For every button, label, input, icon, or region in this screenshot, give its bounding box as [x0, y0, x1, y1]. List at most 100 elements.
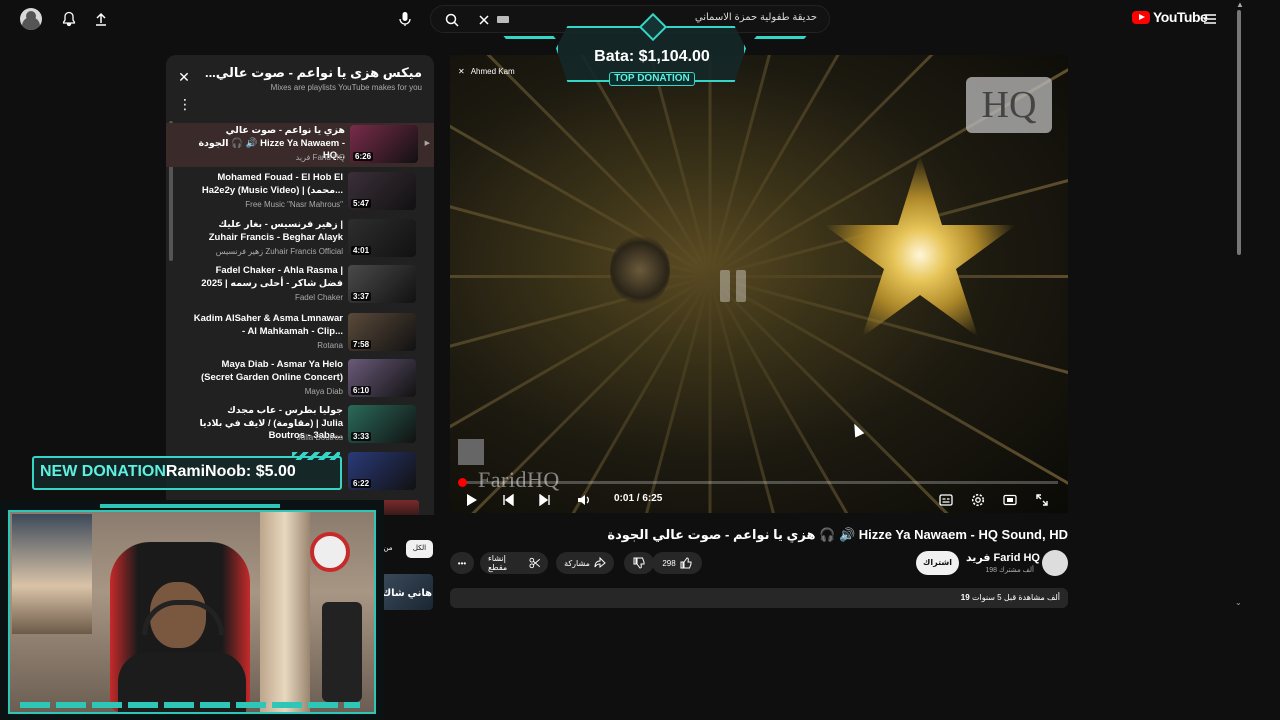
page-scrollbar[interactable]: ▲: [1236, 0, 1244, 720]
video-thumbnail[interactable]: 3:37: [348, 265, 416, 303]
playlist-item[interactable]: 4:01 زهير فرنسيس - بغار عليك | Zuhair Fra…: [176, 217, 432, 261]
keyboard-icon[interactable]: [497, 16, 509, 23]
scissors-icon: [529, 557, 540, 569]
clip-label: إنشاء مقطع: [488, 554, 508, 572]
settings-icon[interactable]: [968, 491, 988, 509]
progress-bar[interactable]: [458, 478, 1058, 487]
like-button[interactable]: 298: [652, 552, 702, 574]
theater-mode-icon[interactable]: [1000, 491, 1020, 509]
streamer-head: [142, 582, 224, 648]
toast-close-icon[interactable]: ✕: [458, 67, 465, 76]
donation-toast: ✕ Ahmed Kam: [458, 67, 515, 76]
view-count-date: 19 ألف مشاهدة قبل 5 سنوات: [960, 593, 1060, 602]
top-donation-amount: Bata: $1,104.00: [594, 48, 710, 65]
wall-decoration: [322, 602, 362, 702]
playlist-item[interactable]: 5:47 Mohamed Fouad - El Hob El Ha2e2y (Mu…: [176, 170, 432, 214]
playlist-subtitle: Mixes are playlists YouTube makes for yo…: [270, 83, 422, 92]
subtitles-icon[interactable]: [936, 491, 956, 509]
close-icon[interactable]: ✕: [176, 69, 192, 85]
scroll-up-icon[interactable]: ▲: [1236, 0, 1244, 9]
duration-badge: 6:22: [351, 479, 372, 488]
playlist-item-current[interactable]: 6:26 هزي يا نواعم - صوت عالي الجودة 🎧 🔊 H…: [166, 123, 434, 167]
scroll-down-icon[interactable]: ⌄: [1235, 598, 1242, 607]
video-thumbnail[interactable]: 7:58: [348, 313, 416, 351]
light-ray: [450, 65, 711, 278]
search-icon[interactable]: [441, 9, 463, 31]
playlist-panel: ✕ ⋮ ميكس هزى يا نواعم - صوت عالي... Mixe…: [166, 55, 434, 515]
playlist-header: ✕ ⋮ ميكس هزى يا نواعم - صوت عالي... Mixe…: [166, 55, 434, 119]
top-donation-label: TOP DONATION: [609, 72, 695, 86]
youtube-play-icon: [1132, 10, 1150, 24]
menu-icon[interactable]: [1199, 8, 1221, 30]
fullscreen-icon[interactable]: [1032, 491, 1052, 509]
light-ray: [599, 276, 712, 513]
play-icon[interactable]: [462, 491, 482, 509]
playlist-item[interactable]: 3:37 Fadel Chaker - Ahla Rasma | فضل شاكر…: [176, 263, 432, 307]
video-thumbnail[interactable]: 3:33: [348, 405, 416, 443]
playlist-title[interactable]: ميكس هزى يا نواعم - صوت عالي...: [205, 65, 422, 81]
playlist-item[interactable]: 7:58 Kadim AlSaher & Asma Lmnawar - Al Ma…: [176, 311, 432, 355]
playlist-item-title[interactable]: Maya Diab - Asmar Ya Helo (Secret Garden…: [193, 359, 343, 384]
description-box[interactable]: 19 ألف مشاهدة قبل 5 سنوات: [450, 588, 1068, 608]
channel-watermark-avatar[interactable]: [458, 439, 484, 465]
scrubber-handle[interactable]: [458, 478, 467, 487]
video-lamp-shape: [610, 235, 670, 305]
clip-button[interactable]: إنشاء مقطع: [480, 552, 548, 574]
share-button[interactable]: مشاركة: [556, 552, 614, 574]
light-ray: [708, 276, 712, 513]
light-ray: [450, 166, 711, 278]
screen: حديقة طفولية حمزة الاسماني YouTube ▲ ⌄ ✕…: [0, 0, 1280, 720]
youtube-logo[interactable]: YouTube: [1132, 9, 1208, 25]
video-thumbnail[interactable]: 4:01: [348, 219, 416, 257]
now-playing-icon: ▶: [424, 140, 430, 147]
share-icon: [594, 557, 606, 569]
video-thumbnail[interactable]: 6:22: [348, 452, 416, 490]
wall-poster: [12, 514, 92, 634]
playlist-item[interactable]: 6:10 Maya Diab - Asmar Ya Helo (Secret Ga…: [176, 357, 432, 401]
duration-badge: 5:47: [351, 199, 372, 208]
upload-icon[interactable]: [90, 8, 112, 30]
light-ray: [450, 275, 710, 278]
playlist-item-channel: Free Music "Nasr Mahrous": [245, 200, 343, 209]
related-video-thumbnail[interactable]: هاني شاك: [381, 574, 433, 610]
duration-badge: 7:58: [351, 340, 372, 349]
next-icon[interactable]: [535, 491, 555, 509]
new-donation-overlay: NEW DONATIONRamiNoob: $5.00: [24, 450, 352, 496]
toast-name: Ahmed Kam: [470, 67, 515, 76]
chip-all[interactable]: الكل: [406, 540, 433, 558]
clear-search-icon[interactable]: [473, 9, 495, 31]
more-options-icon[interactable]: ⋮: [178, 97, 192, 111]
dislike-button[interactable]: [624, 552, 654, 574]
thumbs-up-icon: [680, 557, 692, 569]
playlist-item-title[interactable]: زهير فرنسيس - بغار عليك | Zuhair Francis…: [193, 219, 343, 244]
playlist-item-channel: Julia Boutros: [296, 433, 343, 442]
time-display: 0:01 / 6:25: [614, 493, 663, 504]
webcam-feed: [8, 510, 376, 714]
subscribe-button[interactable]: اشتراك: [916, 551, 959, 575]
playlist-item-channel: Fadel Chaker: [294, 293, 343, 302]
previous-icon[interactable]: [498, 491, 518, 509]
playlist-item-title[interactable]: Mohamed Fouad - El Hob El Ha2e2y (Music …: [193, 172, 343, 197]
notifications-icon[interactable]: [58, 8, 80, 30]
voice-search-icon[interactable]: [394, 8, 416, 30]
video-title: هزي يا نواعم - صوت عالي الجودة 🎧 🔊 Hizze…: [607, 527, 1068, 542]
playlist-item[interactable]: 3:33 جوليا بطرس - عاب مجدك (مقاومة) / لاي…: [176, 403, 432, 447]
playlist-item-channel: Rotana: [317, 341, 343, 350]
channel-avatar[interactable]: [1042, 550, 1068, 576]
video-player[interactable]: HQ FaridHQ ✕ Ahmed Kam 0:01 / 6:25: [450, 55, 1068, 513]
video-thumbnail[interactable]: 6:26: [350, 125, 418, 163]
new-donation-text: NEW DONATIONRamiNoob: $5.00: [40, 463, 296, 480]
video-thumbnail[interactable]: 5:47: [348, 172, 416, 210]
scrollbar-thumb[interactable]: [1237, 10, 1241, 255]
channel-name[interactable]: فريد Farid HQ: [966, 551, 1040, 564]
curtain: [260, 512, 310, 712]
no-smoking-sign-icon: [310, 532, 350, 572]
playlist-item-title[interactable]: Kadim AlSaher & Asma Lmnawar - Al Mahkam…: [193, 313, 343, 338]
video-thumbnail[interactable]: 6:10: [348, 359, 416, 397]
webcam-frame-accent: [100, 504, 280, 508]
account-avatar[interactable]: [20, 8, 42, 30]
playlist-item-title[interactable]: Fadel Chaker - Ahla Rasma | فضل شاكر - أ…: [193, 265, 343, 290]
like-count: 298: [662, 558, 676, 568]
volume-icon[interactable]: [574, 491, 594, 509]
more-actions-icon[interactable]: •••: [450, 552, 474, 574]
